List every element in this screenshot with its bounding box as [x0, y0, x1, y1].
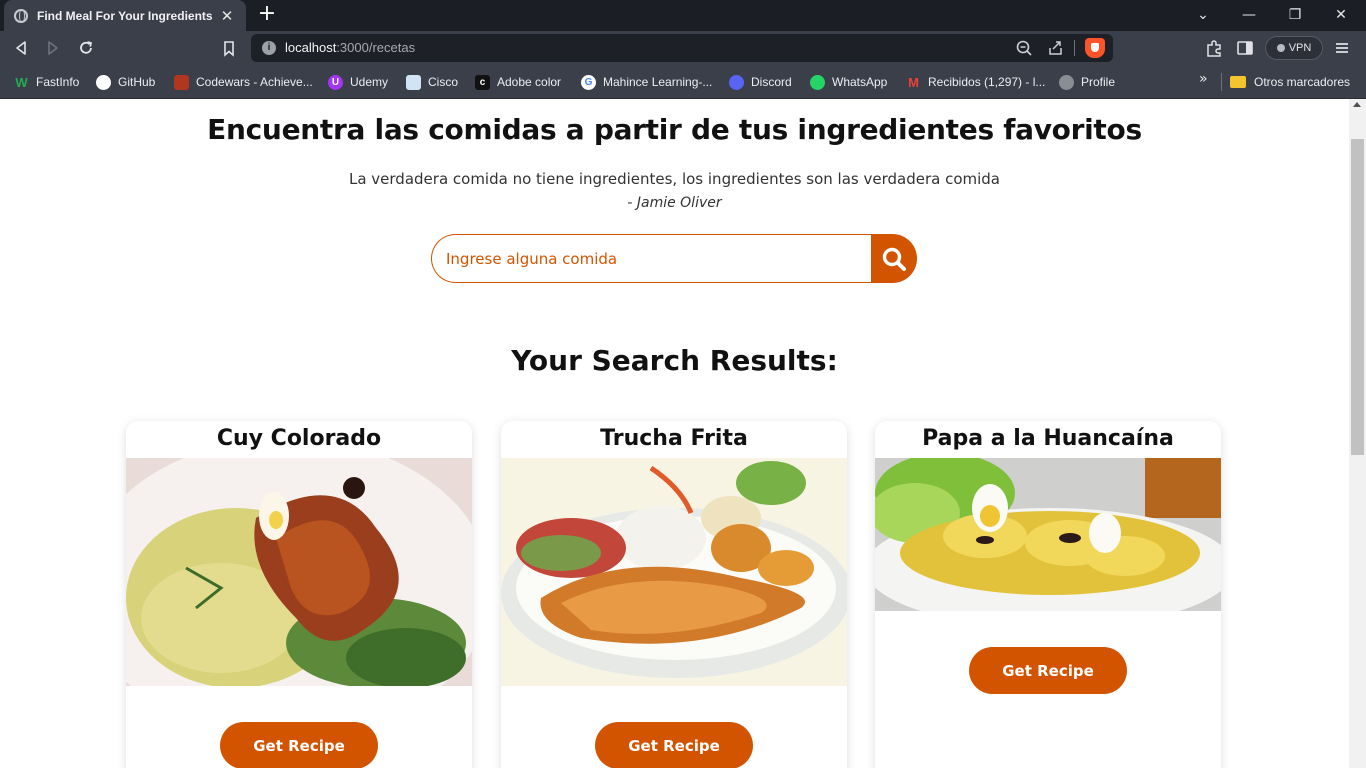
- bookmark-cisco[interactable]: Cisco: [406, 72, 458, 92]
- results-title: Your Search Results:: [511, 344, 838, 377]
- bookmark-machine-learning[interactable]: G Mahince Learning-...: [581, 72, 712, 92]
- bookmark-github[interactable]: GitHub: [96, 72, 155, 92]
- tab-close-icon[interactable]: ✕: [218, 7, 236, 25]
- url-text: localhost:3000/recetas: [285, 40, 416, 55]
- more-bookmarks-chevron-icon[interactable]: »: [1199, 71, 1208, 87]
- meal-image: [875, 458, 1221, 611]
- page-title: Encuentra las comidas a partir de tus in…: [207, 113, 1142, 146]
- bookmark-adobe-color[interactable]: c Adobe color: [475, 72, 561, 92]
- bookmark-label: WhatsApp: [832, 75, 888, 89]
- meal-card: Trucha Frita Get Recipe: [501, 421, 847, 768]
- udemy-icon: U: [328, 74, 343, 90]
- quote-author: - Jamie Oliver: [627, 195, 722, 211]
- get-recipe-button[interactable]: Get Recipe: [595, 722, 753, 768]
- browser-toolbar: i localhost:3000/recetas VPN: [0, 31, 1366, 65]
- get-recipe-button[interactable]: Get Recipe: [969, 647, 1127, 694]
- active-tab[interactable]: Find Meal For Your Ingredients ✕: [4, 0, 246, 31]
- bookmark-label: Recibidos (1,297) - l...: [928, 75, 1046, 89]
- bookmark-label: GitHub: [118, 75, 156, 89]
- reload-button[interactable]: [73, 35, 99, 61]
- tab-title: Find Meal For Your Ingredients: [37, 8, 213, 23]
- meal-card: Cuy Colorado Get Recipe: [126, 421, 472, 768]
- bookmark-label: FastInfo: [36, 75, 80, 89]
- meal-image: [501, 458, 847, 686]
- bookmark-profile[interactable]: Profile: [1059, 72, 1115, 92]
- cisco-icon: [406, 74, 421, 90]
- menu-icon[interactable]: [1330, 36, 1354, 60]
- back-button[interactable]: [8, 35, 34, 61]
- bookmark-label: Profile: [1081, 75, 1116, 89]
- bookmark-label: Otros marcadores: [1254, 75, 1351, 89]
- vpn-status-icon: [1276, 44, 1285, 52]
- search-form: [431, 234, 917, 283]
- brave-shields-icon[interactable]: [1085, 38, 1105, 58]
- search-icon: [882, 247, 906, 271]
- adobe-color-icon: c: [475, 74, 490, 90]
- bookmark-label: Udemy: [350, 75, 389, 89]
- zoom-icon[interactable]: [1013, 37, 1035, 59]
- restore-button[interactable]: ❐: [1272, 0, 1318, 31]
- scroll-up-arrow-icon[interactable]: [1353, 102, 1361, 107]
- bookmark-label: Codewars - Achieve...: [196, 75, 313, 89]
- github-icon: [96, 74, 111, 90]
- search-button[interactable]: [871, 234, 917, 283]
- discord-icon: [729, 74, 744, 90]
- bookmark-whatsapp[interactable]: WhatsApp: [810, 72, 887, 92]
- bookmark-label: Cisco: [428, 75, 459, 89]
- page-viewport: Encuentra las comidas a partir de tus in…: [0, 99, 1349, 768]
- bookmark-gmail[interactable]: M Recibidos (1,297) - l...: [906, 72, 1045, 92]
- google-icon: G: [581, 74, 596, 90]
- address-bar[interactable]: i localhost:3000/recetas: [251, 34, 1113, 62]
- bookmark-label: Adobe color: [497, 75, 562, 89]
- forward-button[interactable]: [40, 35, 66, 61]
- gmail-icon: M: [908, 74, 919, 90]
- tab-search-chevron-icon[interactable]: ⌄: [1180, 0, 1226, 31]
- bookmark-discord[interactable]: Discord: [729, 72, 792, 92]
- get-recipe-button[interactable]: Get Recipe: [220, 722, 378, 768]
- site-info-icon[interactable]: i: [262, 41, 276, 55]
- vpn-label: VPN: [1288, 42, 1312, 54]
- bookmark-udemy[interactable]: U Udemy: [328, 72, 388, 92]
- bookmarks-divider: [1221, 73, 1222, 91]
- bookmark-codewars[interactable]: Codewars - Achieve...: [174, 72, 313, 92]
- bookmark-label: Mahince Learning-...: [603, 75, 713, 89]
- codewars-icon: [174, 74, 189, 90]
- quote-text: La verdadera comida no tiene ingrediente…: [348, 170, 1000, 188]
- other-bookmarks-folder[interactable]: Otros marcadores: [1230, 72, 1350, 92]
- minimize-button[interactable]: —: [1226, 0, 1272, 31]
- scrollbar-thumb[interactable]: [1351, 139, 1364, 455]
- close-window-button[interactable]: ✕: [1318, 0, 1364, 31]
- meal-card: Papa a la Huancaína Get Recipe: [875, 421, 1221, 768]
- new-tab-button[interactable]: +: [256, 3, 278, 26]
- meal-image: [126, 458, 472, 686]
- whatsapp-icon: [810, 74, 825, 90]
- bookmark-label: Discord: [751, 75, 792, 89]
- meal-title: Cuy Colorado: [216, 426, 382, 451]
- globe-icon: [1059, 74, 1074, 90]
- browser-tab-strip: Find Meal For Your Ingredients ✕ + ⌄ — ❐…: [0, 0, 1366, 31]
- bookmarks-bar: W FastInfo GitHub Codewars - Achieve... …: [0, 65, 1366, 99]
- bookmark-page-icon[interactable]: [216, 35, 242, 61]
- meal-title: Papa a la Huancaína: [922, 426, 1174, 451]
- search-input[interactable]: [431, 234, 877, 283]
- extensions-icon[interactable]: [1202, 36, 1226, 60]
- sidebar-icon[interactable]: [1233, 36, 1257, 60]
- url-divider: [1074, 40, 1075, 56]
- share-icon[interactable]: [1045, 37, 1067, 59]
- folder-icon: [1230, 76, 1246, 88]
- fastinfo-icon: W: [15, 74, 28, 90]
- bookmark-fastinfo[interactable]: W FastInfo: [14, 72, 79, 92]
- globe-icon: [14, 8, 28, 23]
- vpn-button[interactable]: VPN: [1265, 36, 1323, 60]
- scrollbar[interactable]: [1349, 99, 1366, 768]
- meal-title: Trucha Frita: [600, 426, 748, 451]
